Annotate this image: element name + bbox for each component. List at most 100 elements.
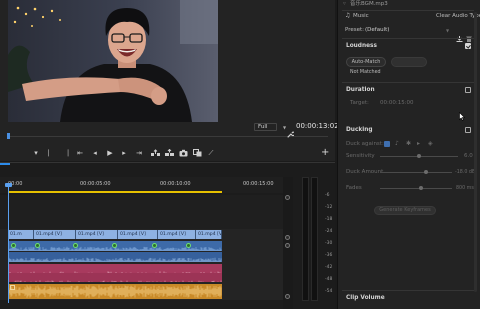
video-track-empty[interactable] bbox=[0, 195, 283, 229]
duck-amount-slider-thumb[interactable] bbox=[424, 170, 428, 174]
fx-badge-icon[interactable] bbox=[35, 243, 40, 248]
ruler-label: 00:00:10:00 bbox=[160, 181, 191, 187]
video-frame[interactable] bbox=[8, 0, 218, 122]
audio-clip-sfx-a3[interactable] bbox=[8, 264, 222, 273]
duck-amount-value[interactable]: -18.0 dB bbox=[455, 169, 475, 176]
waveform bbox=[8, 285, 222, 298]
divider bbox=[342, 38, 474, 39]
fx-badge-icon[interactable] bbox=[186, 243, 191, 248]
divider bbox=[342, 10, 474, 11]
play-icon[interactable]: ▶ bbox=[105, 149, 115, 158]
ambience-icon[interactable]: ▸ bbox=[417, 140, 420, 147]
meter-scale-label: -42 bbox=[325, 265, 333, 270]
sensitivity-slider-thumb[interactable] bbox=[417, 154, 421, 158]
video-frame-image bbox=[8, 0, 218, 122]
step-forward-icon[interactable]: ▸ bbox=[119, 149, 129, 158]
audio-clip-music-a5[interactable] bbox=[8, 284, 222, 299]
zoom-select[interactable]: Full bbox=[254, 123, 278, 131]
save-icon[interactable] bbox=[456, 27, 463, 46]
comparison-view-icon[interactable] bbox=[192, 149, 202, 158]
step-back-icon[interactable]: ◂ bbox=[90, 149, 100, 158]
fx-badge-icon[interactable] bbox=[73, 243, 78, 248]
monitor-timebar[interactable] bbox=[8, 136, 328, 137]
divider bbox=[342, 290, 474, 291]
dialogue-icon[interactable] bbox=[384, 141, 390, 147]
meter-scale-label: -36 bbox=[325, 253, 333, 258]
sensitivity-label: Sensitivity bbox=[346, 153, 375, 159]
fades-value[interactable]: 800 ms bbox=[456, 185, 474, 192]
monitor-playhead[interactable] bbox=[7, 133, 10, 139]
video-clip[interactable]: 01.mp4 [V] bbox=[118, 230, 158, 239]
loudness-checkbox[interactable] bbox=[465, 43, 471, 49]
panel-scrollbar[interactable] bbox=[474, 12, 477, 292]
meter-scale-label: -6 bbox=[325, 193, 330, 198]
sensitivity-value[interactable]: 6.0 bbox=[464, 153, 473, 160]
wrench-icon[interactable] bbox=[287, 123, 296, 142]
fades-slider[interactable] bbox=[380, 188, 452, 189]
add-marker-icon[interactable]: ▾ bbox=[31, 149, 41, 158]
meter-scale-label: -18 bbox=[325, 217, 333, 222]
extract-icon[interactable] bbox=[164, 148, 174, 158]
keyframe-icon[interactable] bbox=[10, 285, 15, 290]
video-clip[interactable]: 01.mp4 [V] bbox=[158, 230, 196, 239]
sequence-tab[interactable] bbox=[0, 163, 10, 165]
waveform bbox=[14, 280, 222, 282]
clip-volume-header[interactable]: Clip Volume bbox=[346, 295, 385, 302]
clip-file-name: 音乐BGM.mp3 bbox=[350, 1, 388, 7]
video-clip[interactable]: 01.mp4 [V] bbox=[34, 230, 76, 239]
duration-header[interactable]: Duration bbox=[346, 87, 375, 94]
program-monitor: Full ▼ 00:00:13:02 ▾ ⎸ ⎹ ⇤ ◂ ▶ ▸ ⇥ ⟋ + bbox=[0, 0, 339, 161]
fx-badge-icon[interactable] bbox=[112, 243, 117, 248]
plus-icon[interactable]: + bbox=[321, 147, 329, 158]
duck-against-label: Duck against: bbox=[346, 141, 384, 147]
go-to-in-icon[interactable]: ⇤ bbox=[75, 149, 85, 158]
mark-in-icon[interactable]: ⎸ bbox=[47, 149, 57, 158]
auto-match-button[interactable]: Auto-Match bbox=[346, 57, 386, 67]
music-note-icon[interactable]: ♪ bbox=[395, 140, 399, 147]
chevron-down-icon[interactable]: ▼ bbox=[446, 27, 449, 34]
unassigned-icon[interactable]: ◈ bbox=[428, 140, 433, 147]
duck-amount-slider[interactable] bbox=[380, 172, 452, 173]
generate-keyframes-button[interactable]: Generate Keyframes bbox=[374, 206, 436, 215]
ducking-header[interactable]: Ducking bbox=[346, 127, 373, 134]
ducking-checkbox[interactable] bbox=[465, 127, 471, 133]
fx-badge-icon[interactable] bbox=[152, 243, 157, 248]
timecode-display[interactable]: 00:00:13:02 bbox=[296, 122, 339, 131]
loudness-status: Not Matched bbox=[350, 70, 381, 75]
target-label: Target: bbox=[350, 100, 369, 106]
audio-clip-sfx-a4[interactable] bbox=[8, 273, 222, 282]
audio-type-label: Music bbox=[353, 13, 369, 19]
scroll-handle[interactable] bbox=[285, 294, 290, 299]
video-clip[interactable]: 01.m bbox=[8, 230, 34, 239]
scroll-handle[interactable] bbox=[285, 235, 290, 240]
playhead[interactable] bbox=[8, 185, 9, 303]
duration-checkbox[interactable] bbox=[465, 87, 471, 93]
fades-slider-thumb[interactable] bbox=[419, 186, 423, 190]
sfx-icon[interactable]: ✱ bbox=[406, 140, 411, 147]
proxy-toggle-icon[interactable]: ⟋ bbox=[206, 149, 216, 158]
mark-out-icon[interactable]: ⎹ bbox=[60, 149, 70, 158]
go-to-out-icon[interactable]: ⇥ bbox=[134, 149, 144, 158]
meter-scale-label: -48 bbox=[325, 277, 333, 282]
lift-icon[interactable] bbox=[150, 149, 160, 158]
audio-clip-dialogue-a2[interactable] bbox=[8, 252, 222, 262]
video-clip[interactable]: 01.mp4 [V] bbox=[76, 230, 118, 239]
scroll-handle[interactable] bbox=[285, 195, 290, 200]
audio-meter-left bbox=[302, 177, 309, 301]
loudness-header[interactable]: Loudness bbox=[346, 43, 377, 50]
scroll-handle[interactable] bbox=[285, 243, 290, 248]
chevron-down-icon: ▼ bbox=[283, 125, 287, 130]
meter-scale-label: -12 bbox=[325, 205, 333, 210]
meter-scale-label: -24 bbox=[325, 229, 333, 234]
video-clip[interactable]: 01.mp4 [V] bbox=[196, 230, 222, 239]
camera-icon[interactable] bbox=[178, 149, 188, 158]
preset-dropdown[interactable]: (Default) bbox=[365, 27, 389, 34]
fades-label: Fades bbox=[346, 185, 362, 191]
essential-sound-panel: ▿ 音乐BGM.mp3 ♫ Music Clear Audio Type Pre… bbox=[337, 0, 480, 309]
loudness-secondary-button[interactable] bbox=[391, 57, 427, 67]
work-area-bar[interactable] bbox=[8, 191, 222, 193]
ruler-label: 00:00:15:00 bbox=[243, 181, 274, 187]
fx-badge-icon[interactable] bbox=[11, 243, 16, 248]
premiere-window: Full ▼ 00:00:13:02 ▾ ⎸ ⎹ ⇤ ◂ ▶ ▸ ⇥ ⟋ + 0… bbox=[0, 0, 480, 309]
target-duration-field[interactable]: 00:00:15:00 bbox=[380, 100, 414, 107]
